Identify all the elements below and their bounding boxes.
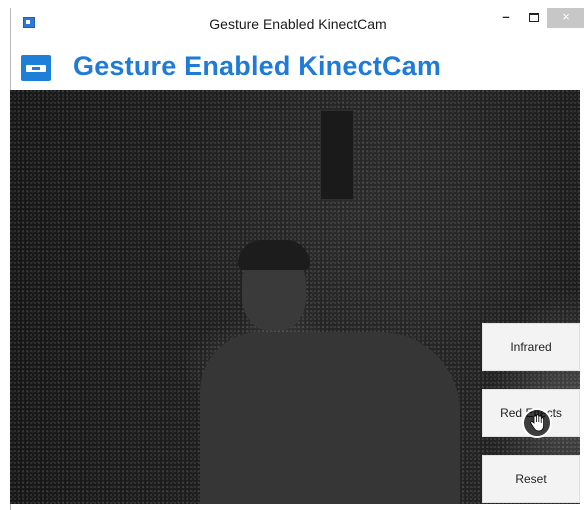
minimize-icon: – [502, 9, 510, 24]
kinect-sensor-icon [21, 55, 51, 81]
title-bar[interactable]: Gesture Enabled KinectCam – × [11, 8, 584, 38]
page-title: Gesture Enabled KinectCam [73, 51, 442, 81]
person-silhouette [200, 240, 460, 504]
hand-cursor-icon [522, 408, 552, 438]
infrared-button[interactable]: Infrared [482, 323, 580, 371]
minimize-button[interactable]: – [493, 8, 519, 28]
maximize-icon [529, 13, 539, 22]
background-door [320, 110, 354, 200]
reset-button[interactable]: Reset [482, 455, 580, 503]
maximize-button[interactable] [521, 8, 547, 28]
close-icon: × [562, 9, 570, 24]
camera-feed: Infrared Red Effects Reset [10, 90, 580, 504]
close-button[interactable]: × [547, 8, 584, 28]
app-header: Gesture Enabled KinectCam [11, 38, 584, 94]
